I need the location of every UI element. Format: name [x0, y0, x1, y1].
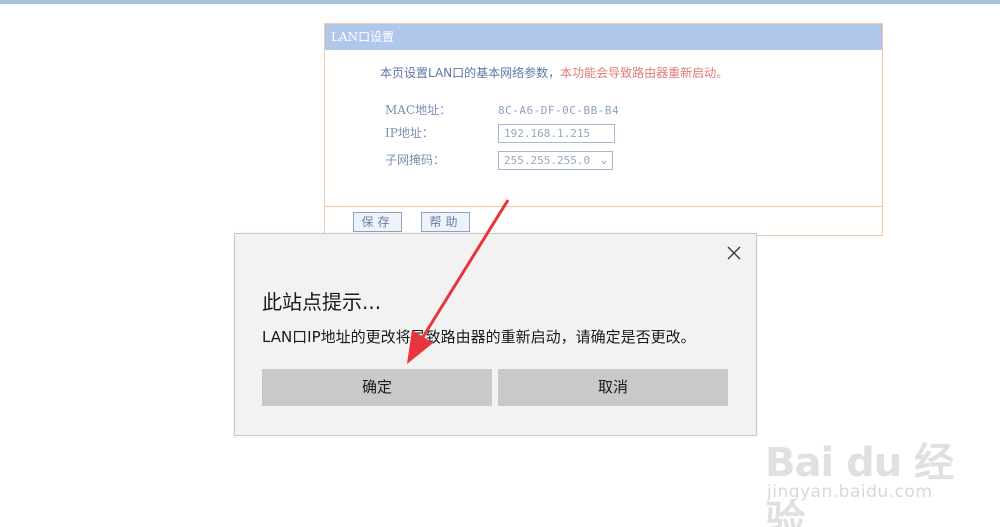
confirm-button[interactable]: 确定 — [262, 369, 492, 406]
mask-label: 子网掩码： — [385, 153, 446, 167]
mask-value: 255.255.255.0 — [504, 154, 591, 167]
ip-row: IP地址： 192.168.1.215 — [385, 124, 615, 143]
dialog-title: 此站点提示... — [262, 290, 382, 314]
mac-row: MAC地址： 8C-A6-DF-0C-BB-B4 — [385, 101, 619, 118]
top-border — [0, 0, 1000, 4]
save-button[interactable]: 保存 — [353, 212, 402, 232]
mac-label: MAC地址： — [385, 103, 452, 117]
panel-intro: 本页设置LAN口的基本网络参数，本功能会导致路由器重新启动。 — [380, 64, 728, 81]
watermark: Bai du 经验 jingyan.baidu.com — [765, 420, 985, 527]
ip-label: IP地址： — [385, 126, 434, 140]
dialog-message: LAN口IP地址的更改将导致路由器的重新启动，请确定是否更改。 — [262, 328, 696, 346]
close-icon-glyph — [727, 246, 741, 260]
ip-input[interactable]: 192.168.1.215 — [498, 124, 615, 143]
intro-warning: 本功能会导致路由器重新启动。 — [560, 66, 729, 80]
mask-row: 子网掩码： 255.255.255.0 ⌄ — [385, 151, 613, 170]
close-icon[interactable] — [726, 246, 742, 262]
lan-settings-panel: LAN口设置 本页设置LAN口的基本网络参数，本功能会导致路由器重新启动。 MA… — [324, 23, 883, 236]
panel-divider — [325, 206, 882, 207]
watermark-logo: Bai du 经验 — [765, 440, 954, 527]
mac-value: 8C-A6-DF-0C-BB-B4 — [498, 104, 620, 117]
help-button[interactable]: 帮助 — [421, 212, 470, 232]
confirm-dialog: 此站点提示... LAN口IP地址的更改将导致路由器的重新启动，请确定是否更改。… — [234, 233, 757, 436]
panel-title: LAN口设置 — [325, 24, 882, 50]
chevron-down-icon: ⌄ — [600, 155, 607, 166]
watermark-url: jingyan.baidu.com — [767, 482, 933, 502]
intro-text: 本页设置LAN口的基本网络参数， — [380, 66, 561, 80]
cancel-button[interactable]: 取消 — [498, 369, 728, 406]
mask-select[interactable]: 255.255.255.0 ⌄ — [498, 151, 613, 170]
